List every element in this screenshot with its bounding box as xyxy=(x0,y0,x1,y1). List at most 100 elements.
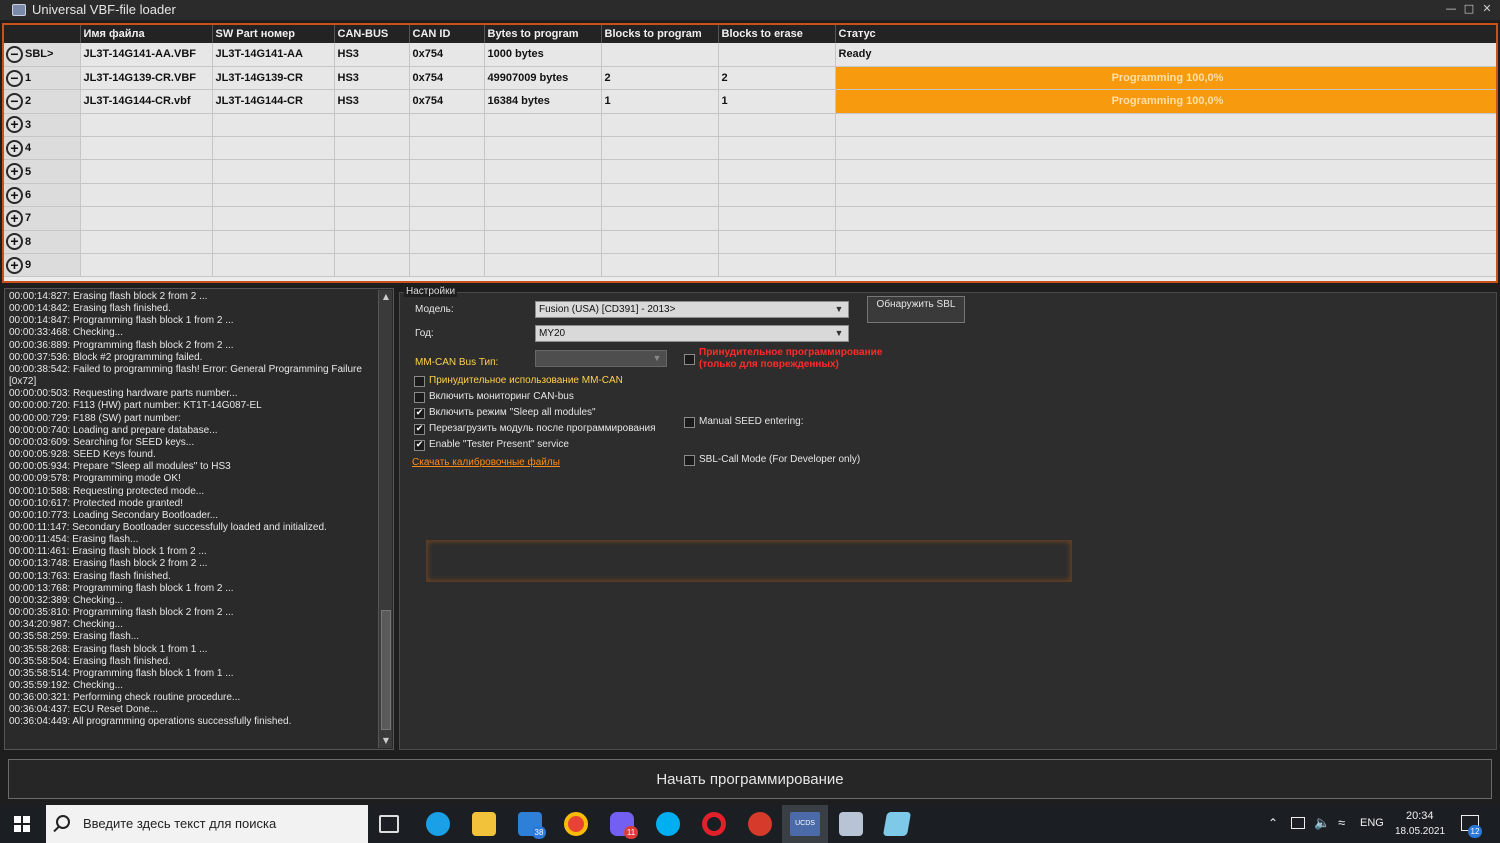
table-cell[interactable] xyxy=(718,230,836,255)
table-cell[interactable] xyxy=(484,253,602,278)
download-calibration-link[interactable]: Скачать калибровочные файлы xyxy=(412,457,560,468)
table-cell[interactable] xyxy=(80,253,213,278)
table-cell[interactable] xyxy=(334,206,410,231)
table-cell[interactable]: 2 xyxy=(718,66,836,91)
table-cell[interactable] xyxy=(601,136,719,161)
scroll-thumb[interactable] xyxy=(381,610,391,730)
row-header[interactable]: +4 xyxy=(4,136,81,161)
table-cell[interactable] xyxy=(718,159,836,184)
mmcan-select[interactable]: ▼ xyxy=(535,350,667,367)
table-cell[interactable] xyxy=(601,43,719,67)
sbl-call-checkbox[interactable] xyxy=(684,455,695,466)
table-cell[interactable] xyxy=(409,159,485,184)
table-cell[interactable] xyxy=(409,253,485,278)
table-cell[interactable] xyxy=(334,113,410,138)
row-header[interactable]: −1 xyxy=(4,66,81,91)
log-scrollbar[interactable]: ▲ ▼ xyxy=(378,290,392,748)
expand-icon[interactable]: + xyxy=(6,186,23,204)
table-cell[interactable] xyxy=(334,230,410,255)
table-cell[interactable] xyxy=(334,136,410,161)
table-cell[interactable] xyxy=(718,206,836,231)
table-row[interactable]: +6 xyxy=(4,183,1496,208)
option-checkbox[interactable]: ✔ xyxy=(414,424,425,435)
table-cell[interactable]: JL3T-14G141-AA.VBF xyxy=(80,43,213,67)
table-cell[interactable] xyxy=(334,183,410,208)
table-row[interactable]: +4 xyxy=(4,136,1496,161)
table-cell[interactable] xyxy=(601,159,719,184)
table-cell[interactable]: HS3 xyxy=(334,66,410,91)
table-row[interactable]: +3 xyxy=(4,113,1496,138)
tray-security-icon[interactable] xyxy=(1291,817,1305,829)
model-select[interactable]: Fusion (USA) [CD391] - 2013> ▼ xyxy=(535,301,849,318)
table-cell[interactable]: JL3T-14G144-CR.vbf xyxy=(80,89,213,114)
scroll-up-icon[interactable]: ▲ xyxy=(380,291,392,303)
table-cell[interactable] xyxy=(409,230,485,255)
table-cell[interactable] xyxy=(212,113,335,138)
column-header[interactable]: Bytes to program xyxy=(484,25,602,43)
expand-icon[interactable]: + xyxy=(6,233,23,251)
chevron-down-icon[interactable]: ▼ xyxy=(650,352,664,365)
row-header[interactable]: +5 xyxy=(4,159,81,184)
table-row[interactable]: +7 xyxy=(4,206,1496,231)
table-row[interactable]: −1 JL3T-14G139-CR.VBF JL3T-14G139-CR HS3 0x7… xyxy=(4,66,1496,91)
column-header[interactable]: SW Part номер xyxy=(212,25,335,43)
table-cell[interactable] xyxy=(484,230,602,255)
table-cell[interactable] xyxy=(409,183,485,208)
expand-icon[interactable]: + xyxy=(6,209,23,227)
row-header[interactable]: +7 xyxy=(4,206,81,231)
table-cell[interactable]: 0x754 xyxy=(409,66,485,91)
table-cell[interactable] xyxy=(334,159,410,184)
table-cell[interactable] xyxy=(212,230,335,255)
maximize-icon[interactable]: □ xyxy=(1462,2,1476,16)
table-cell[interactable] xyxy=(484,136,602,161)
table-cell[interactable] xyxy=(409,136,485,161)
table-cell[interactable] xyxy=(601,183,719,208)
windows-start-icon[interactable] xyxy=(14,816,30,832)
chevron-down-icon[interactable]: ▼ xyxy=(832,327,846,340)
manual-seed-checkbox[interactable] xyxy=(684,417,695,428)
table-cell[interactable] xyxy=(80,113,213,138)
column-header[interactable]: CAN ID xyxy=(409,25,485,43)
viber-icon[interactable]: 11 xyxy=(610,812,638,839)
opera-icon[interactable] xyxy=(702,812,726,836)
table-cell[interactable]: JL3T-14G139-CR.VBF xyxy=(80,66,213,91)
table-cell[interactable] xyxy=(212,159,335,184)
table-cell[interactable]: 1 xyxy=(718,89,836,114)
volume-icon[interactable]: 🔈 xyxy=(1314,815,1330,831)
table-cell[interactable]: HS3 xyxy=(334,89,410,114)
skype-icon[interactable] xyxy=(656,812,680,836)
table-cell[interactable] xyxy=(718,113,836,138)
collapse-icon[interactable]: − xyxy=(6,69,23,87)
row-header[interactable]: +3 xyxy=(4,113,81,138)
table-cell[interactable]: 16384 bytes xyxy=(484,89,602,114)
tray-chevron-up-icon[interactable]: ⌃ xyxy=(1268,816,1278,830)
table-cell[interactable] xyxy=(601,253,719,278)
column-header[interactable]: Статус xyxy=(835,25,1496,43)
table-cell[interactable] xyxy=(718,136,836,161)
table-cell[interactable]: 0x754 xyxy=(409,89,485,114)
chrome-icon[interactable] xyxy=(564,812,588,836)
table-cell[interactable]: JL3T-14G139-CR xyxy=(212,66,335,91)
task-view-icon[interactable] xyxy=(379,815,399,833)
table-cell[interactable] xyxy=(484,159,602,184)
table-row[interactable]: +5 xyxy=(4,159,1496,184)
table-cell[interactable] xyxy=(601,230,719,255)
row-header[interactable]: +9 xyxy=(4,253,81,278)
expand-icon[interactable]: + xyxy=(6,256,23,274)
row-header[interactable]: − SBL> xyxy=(4,43,81,67)
table-cell[interactable] xyxy=(601,206,719,231)
table-cell[interactable] xyxy=(484,183,602,208)
start-programming-button[interactable]: Начать программирование xyxy=(8,759,1492,799)
log-panel[interactable]: 00:00:14:827: Erasing flash block 2 from… xyxy=(4,288,394,750)
table-row[interactable]: +8 xyxy=(4,230,1496,255)
table-cell[interactable]: 1 xyxy=(601,89,719,114)
option-checkbox[interactable]: ✔ xyxy=(414,408,425,419)
table-cell[interactable] xyxy=(212,183,335,208)
column-header[interactable]: Имя файла xyxy=(80,25,213,43)
option-checkbox[interactable]: ✔ xyxy=(414,440,425,451)
table-cell[interactable] xyxy=(80,183,213,208)
file-explorer-icon[interactable] xyxy=(472,812,496,836)
table-cell[interactable] xyxy=(409,206,485,231)
search-input[interactable]: Введите здесь текст для поиска xyxy=(83,816,276,831)
table-cell[interactable]: 2 xyxy=(601,66,719,91)
